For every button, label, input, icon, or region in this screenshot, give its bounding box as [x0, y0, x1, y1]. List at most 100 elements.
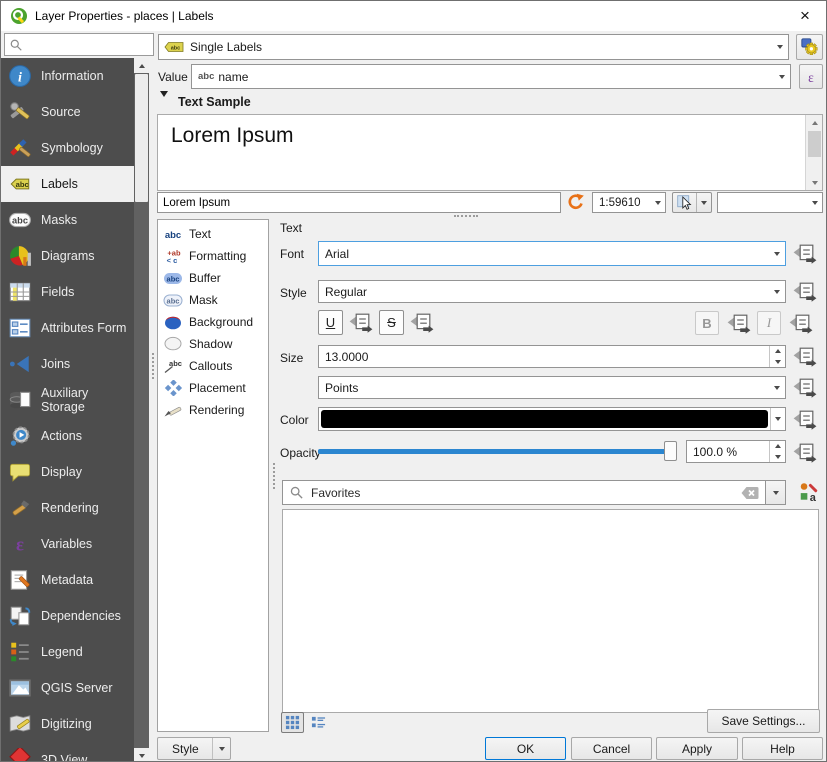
sidebar-item-display[interactable]: Display: [1, 454, 134, 490]
sidebar-item-actions[interactable]: Actions: [1, 418, 134, 454]
sidebar-item-auxiliary-storage[interactable]: Auxiliary Storage: [1, 382, 134, 418]
sample-scale-select[interactable]: 1:59610: [592, 192, 666, 213]
sidebar-item-symbology[interactable]: Symbology: [1, 130, 134, 166]
help-button[interactable]: Help: [742, 737, 823, 760]
spin-down-icon[interactable]: [770, 452, 785, 463]
slider-handle[interactable]: [664, 441, 677, 461]
style-manager-button[interactable]: a: [798, 481, 821, 504]
value-field-select[interactable]: abc name: [191, 64, 791, 89]
sidebar-item-legend[interactable]: Legend: [1, 634, 134, 670]
list-view-button[interactable]: [307, 712, 330, 733]
search-input[interactable]: [23, 37, 153, 53]
splitter-handle[interactable]: [152, 353, 154, 379]
text-color-button[interactable]: [318, 407, 786, 431]
tab-formatting[interactable]: +ab< cFormatting: [158, 245, 268, 267]
spin-up-icon[interactable]: [770, 441, 785, 452]
data-defined-override-color[interactable]: [793, 408, 817, 430]
map-scale-tool-button[interactable]: [672, 192, 712, 213]
text-format-list[interactable]: [282, 509, 819, 713]
sidebar-item-qgis-server[interactable]: QGIS Server: [1, 670, 134, 706]
preview-scrollbar[interactable]: [805, 115, 822, 190]
clear-filter-icon[interactable]: [739, 485, 761, 501]
slider-track[interactable]: [318, 449, 674, 454]
svg-text:a: a: [810, 492, 817, 503]
size-spinbox[interactable]: 13.0000: [318, 345, 786, 368]
underline-button[interactable]: U: [318, 310, 343, 335]
sidebar-item-rendering[interactable]: Rendering: [1, 490, 134, 526]
sidebar-item-attributes-form[interactable]: Attributes Form: [1, 310, 134, 346]
automated-placement-settings-button[interactable]: [796, 34, 823, 60]
scrollbar-thumb[interactable]: [135, 74, 148, 202]
sidebar-item-information[interactable]: iInformation: [1, 58, 134, 94]
sidebar-item-dependencies[interactable]: Dependencies: [1, 598, 134, 634]
labeling-mode-select[interactable]: abc Single Labels: [158, 34, 789, 60]
preview-background-select[interactable]: [717, 192, 823, 213]
tab-shadow[interactable]: Shadow: [158, 333, 268, 355]
abc-label-icon: abc: [164, 40, 184, 54]
sidebar-item-3d-view[interactable]: 3D View: [1, 742, 134, 762]
sidebar-item-digitizing[interactable]: Digitizing: [1, 706, 134, 742]
style-filter-box[interactable]: Favorites: [282, 480, 766, 505]
save-settings-button[interactable]: Save Settings...: [707, 709, 820, 733]
data-defined-override-underline[interactable]: [349, 311, 373, 333]
apply-button[interactable]: Apply: [656, 737, 738, 760]
sidebar-item-source[interactable]: Source: [1, 94, 134, 130]
data-defined-override-font[interactable]: [793, 242, 817, 264]
data-defined-override-units[interactable]: [793, 376, 817, 398]
data-defined-override-opacity[interactable]: [793, 441, 817, 463]
sidebar-item-variables[interactable]: εVariables: [1, 526, 134, 562]
tab-text[interactable]: abcText: [158, 223, 268, 245]
icon-view-button[interactable]: [281, 712, 304, 733]
scroll-up-icon[interactable]: [806, 115, 823, 130]
chevron-down-icon[interactable]: [770, 408, 785, 430]
tab-rendering[interactable]: Rendering: [158, 399, 268, 421]
data-defined-override-italic[interactable]: [789, 312, 813, 334]
opacity-slider[interactable]: [318, 441, 678, 462]
tab-buffer[interactable]: abcBuffer: [158, 267, 268, 289]
tab-mask[interactable]: abcMask: [158, 289, 268, 311]
spinner-buttons[interactable]: [769, 441, 785, 462]
font-select[interactable]: Arial: [318, 241, 786, 266]
sidebar-item-masks[interactable]: abcMasks: [1, 202, 134, 238]
opacity-label: Opacity: [280, 446, 321, 460]
ok-button[interactable]: OK: [485, 737, 566, 760]
font-style-select[interactable]: Regular: [318, 280, 786, 303]
style-menu-button[interactable]: Style: [157, 737, 231, 760]
data-defined-override-bold[interactable]: [727, 312, 751, 334]
tab-placement[interactable]: Placement: [158, 377, 268, 399]
splitter-handle[interactable]: [273, 463, 275, 489]
sidebar-item-diagrams[interactable]: Diagrams: [1, 238, 134, 274]
data-defined-override-strikethrough[interactable]: [410, 311, 434, 333]
spin-down-icon[interactable]: [770, 357, 785, 368]
reset-sample-button[interactable]: [566, 192, 587, 213]
bold-button[interactable]: B: [695, 311, 719, 335]
scroll-up-icon[interactable]: [134, 58, 149, 73]
spinner-buttons[interactable]: [769, 346, 785, 367]
expression-builder-button[interactable]: ε: [799, 64, 823, 89]
font-style-value: Regular: [319, 285, 768, 299]
scroll-down-icon[interactable]: [134, 748, 149, 762]
sidebar-item-labels[interactable]: abcLabels: [1, 166, 134, 202]
size-units-select[interactable]: Points: [318, 376, 786, 399]
data-defined-override-size[interactable]: [793, 345, 817, 367]
chevron-down-icon[interactable]: [696, 193, 710, 212]
spin-up-icon[interactable]: [770, 346, 785, 357]
filter-dropdown-button[interactable]: [766, 480, 786, 505]
cancel-button[interactable]: Cancel: [571, 737, 652, 760]
tab-callouts[interactable]: abcCallouts: [158, 355, 268, 377]
sidebar-scrollbar[interactable]: [134, 58, 149, 762]
strikethrough-button[interactable]: S: [379, 310, 404, 335]
italic-button[interactable]: I: [757, 311, 781, 335]
sidebar-item-fields[interactable]: Fields: [1, 274, 134, 310]
sidebar-item-joins[interactable]: Joins: [1, 346, 134, 382]
tab-background[interactable]: Background: [158, 311, 268, 333]
close-icon[interactable]: ×: [792, 4, 818, 28]
scrollbar-thumb[interactable]: [808, 131, 821, 157]
splitter-handle[interactable]: [454, 215, 478, 217]
sample-text-input[interactable]: [157, 192, 561, 213]
scroll-down-icon[interactable]: [806, 175, 823, 190]
collapse-triangle-icon[interactable]: [160, 97, 168, 111]
data-defined-override-style[interactable]: [793, 280, 817, 302]
opacity-spinbox[interactable]: 100.0 %: [686, 440, 786, 463]
sidebar-item-metadata[interactable]: Metadata: [1, 562, 134, 598]
